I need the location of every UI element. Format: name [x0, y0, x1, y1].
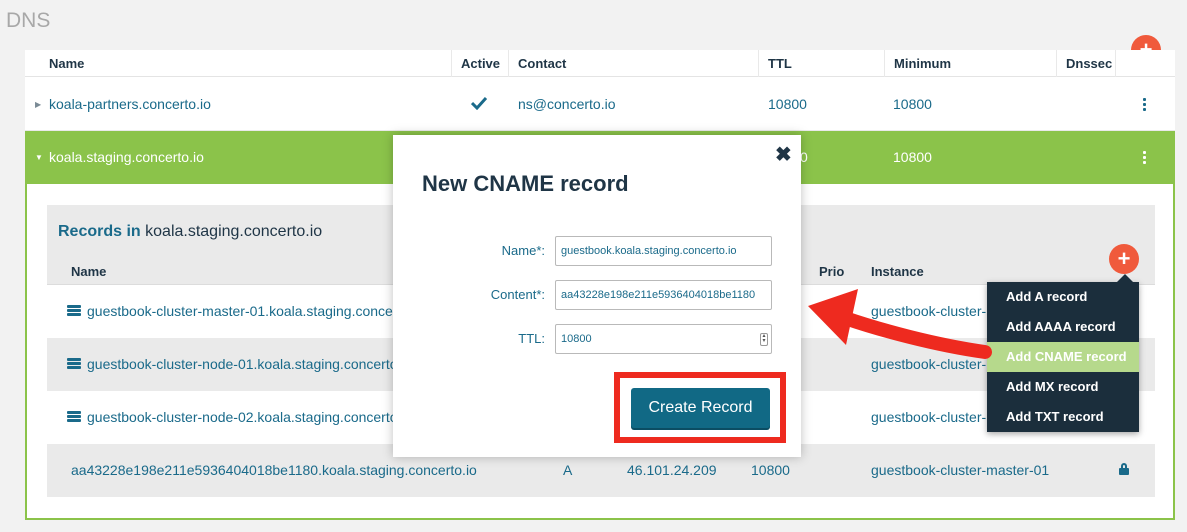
menu-item-add-aaaa[interactable]: Add AAAA record: [987, 312, 1139, 342]
record-instance[interactable]: guestbook-cluster-r: [871, 356, 991, 372]
close-icon[interactable]: ✖: [775, 142, 792, 167]
record-name[interactable]: guestbook-cluster-master-01.koala.stagin…: [87, 303, 401, 319]
col-header-contact: Contact: [518, 56, 567, 71]
menu-item-add-mx[interactable]: Add MX record: [987, 372, 1139, 402]
page-title: DNS: [6, 9, 51, 32]
kebab-menu-icon[interactable]: [1143, 151, 1147, 166]
record-ttl: 10800: [751, 462, 790, 478]
menu-item-add-txt[interactable]: Add TXT record: [987, 402, 1139, 432]
ttl-input[interactable]: 10800 ▴ ▾: [555, 324, 772, 354]
server-stack-icon: [67, 411, 81, 423]
record-name[interactable]: guestbook-cluster-node-02.koala.staging.…: [87, 409, 401, 425]
zone-ttl-partial: 0: [800, 149, 808, 165]
number-spinner-icon[interactable]: ▴ ▾: [760, 333, 768, 346]
rec-col-header-instance: Instance: [871, 264, 924, 279]
record-name[interactable]: guestbook-cluster-node-01.koala.staging.…: [87, 356, 401, 372]
rec-col-header-name: Name: [71, 264, 107, 279]
col-header-dnssec: Dnssec: [1066, 56, 1113, 71]
zone-ttl: 10800: [768, 96, 807, 112]
record-instance[interactable]: guestbook-cluster-r: [871, 303, 991, 319]
zone-row[interactable]: ▶ koala-partners.concerto.io ns@concerto…: [25, 78, 1175, 131]
record-instance[interactable]: guestbook-cluster-master-01: [871, 462, 1049, 478]
server-stack-icon: [67, 358, 81, 370]
records-title: Records in koala.staging.concerto.io: [58, 223, 323, 240]
col-header-name: Name: [49, 56, 85, 71]
add-record-menu: Add A record Add AAAA record Add CNAME r…: [987, 274, 1139, 432]
menu-item-add-cname[interactable]: Add CNAME record: [987, 342, 1139, 372]
col-header-minimum: Minimum: [894, 56, 952, 71]
create-record-button[interactable]: Create Record: [631, 388, 770, 428]
ttl-label: TTL:: [518, 331, 545, 346]
zone-name[interactable]: koala-partners.concerto.io: [49, 96, 211, 112]
caret-down-icon[interactable]: ▼: [35, 153, 43, 162]
content-input[interactable]: aa43228e198e211e5936404018be1180: [555, 280, 772, 310]
rec-col-header-prio: Prio: [819, 264, 845, 279]
record-instance[interactable]: guestbook-cluster-r: [871, 409, 991, 425]
zone-minimum: 10800: [893, 149, 932, 165]
plus-icon: +: [1117, 246, 1131, 271]
record-name[interactable]: aa43228e198e211e5936404018be1180.koala.s…: [71, 462, 477, 478]
col-header-ttl: TTL: [768, 56, 792, 71]
zone-contact: ns@concerto.io: [518, 96, 616, 112]
col-header-active: Active: [461, 56, 501, 71]
new-record-modal: ✖ New CNAME record Name*: guestbook.koal…: [393, 135, 801, 457]
zone-minimum: 10800: [893, 96, 932, 112]
server-stack-icon: [67, 305, 81, 317]
zones-table-header: Name Active Contact TTL Minimum Dnssec: [25, 50, 1175, 77]
name-label: Name*:: [501, 243, 545, 258]
name-input[interactable]: guestbook.koala.staging.concerto.io: [555, 236, 772, 266]
lock-icon: [1119, 463, 1129, 475]
zone-name[interactable]: koala.staging.concerto.io: [49, 149, 204, 165]
kebab-menu-icon[interactable]: [1143, 98, 1147, 113]
check-icon: [471, 96, 487, 110]
menu-item-add-a[interactable]: Add A record: [987, 282, 1139, 312]
record-type: A: [563, 462, 573, 478]
content-label: Content*:: [490, 287, 545, 302]
caret-right-icon[interactable]: ▶: [35, 100, 41, 109]
record-content: 46.101.24.209: [627, 462, 717, 478]
add-record-button[interactable]: +: [1109, 244, 1139, 274]
modal-title: New CNAME record: [422, 171, 629, 196]
